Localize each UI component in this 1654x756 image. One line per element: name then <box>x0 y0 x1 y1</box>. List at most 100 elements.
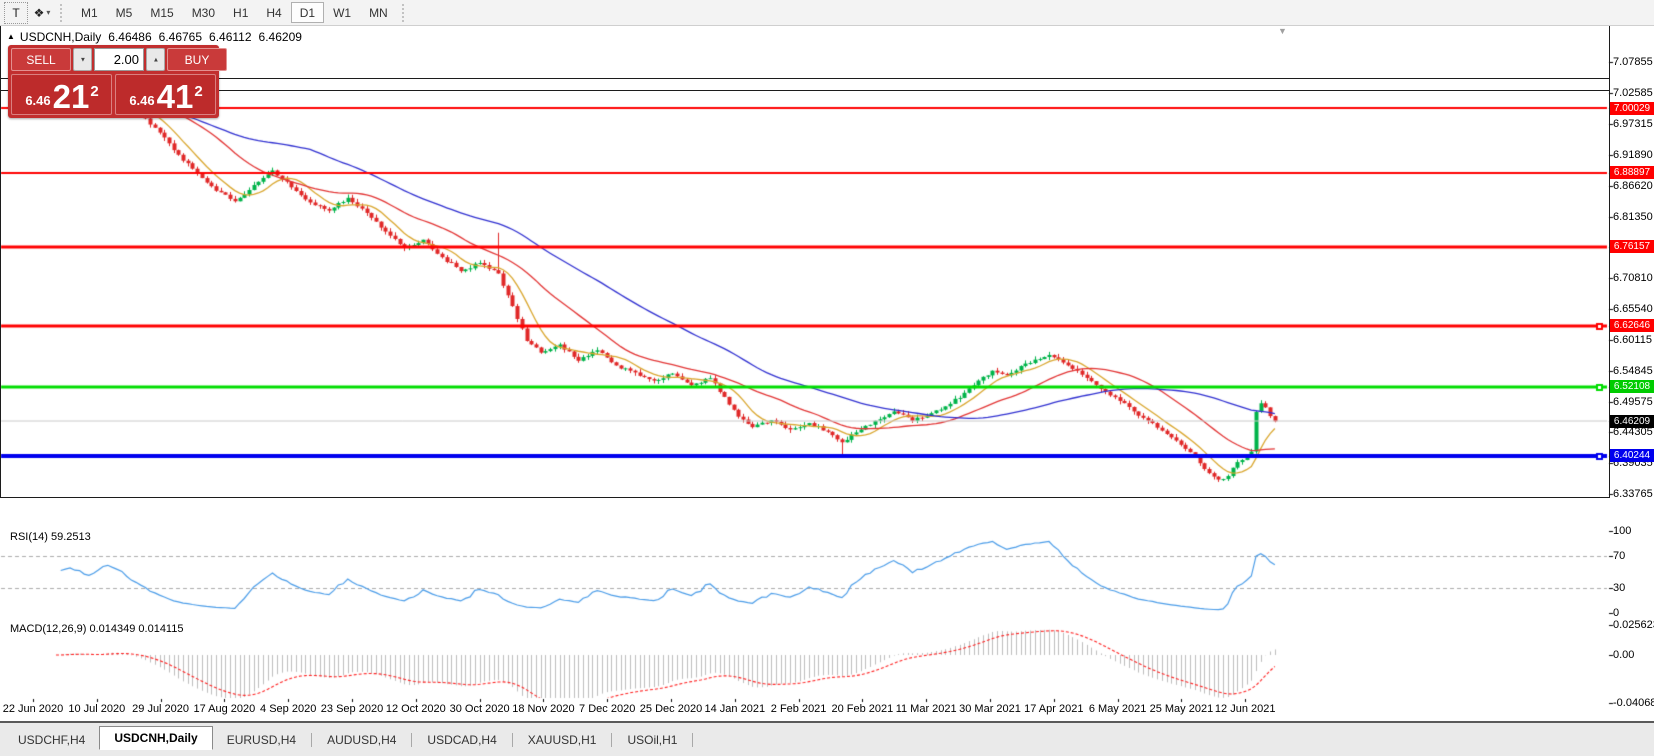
objects-icon: ❖ <box>34 6 45 20</box>
price-badge-6-52108: 6.52108 <box>1610 380 1654 393</box>
date-axis-label: 6 May 2021 <box>1089 703 1146 715</box>
chart-symbol-period: USDCNH,Daily <box>20 30 101 44</box>
timeframe-button-h4[interactable]: H4 <box>257 2 290 23</box>
price-badge-6-76157: 6.76157 <box>1610 240 1654 253</box>
timeframe-group: M1M5M15M30H1H4D1W1MN <box>72 2 397 23</box>
ohlc-open: 6.46486 <box>108 30 151 44</box>
price-badge-6-40244: 6.40244 <box>1610 449 1654 462</box>
date-axis-label: 17 Apr 2021 <box>1024 703 1083 715</box>
price-badge-6-88897: 6.88897 <box>1610 166 1654 179</box>
price-axis-tick: 6.49575 <box>1613 396 1653 408</box>
rsi-axis-label: 30 <box>1613 582 1625 594</box>
price-badge-6-62646: 6.62646 <box>1610 319 1654 332</box>
ohlc-high: 6.46765 <box>159 30 202 44</box>
timeframe-button-h1[interactable]: H1 <box>224 2 257 23</box>
tab-separator <box>692 733 693 747</box>
date-axis-label: 4 Sep 2020 <box>260 703 316 715</box>
chart-tab-usdchf-h4[interactable]: USDCHF,H4 <box>4 730 99 750</box>
chart-tab-eurusd-h4[interactable]: EURUSD,H4 <box>213 730 310 750</box>
toolbar-separator <box>402 4 409 22</box>
timeframe-button-m1[interactable]: M1 <box>72 2 107 23</box>
timeframe-button-w1[interactable]: W1 <box>324 2 360 23</box>
volume-increase-button[interactable]: ▲ <box>146 48 165 71</box>
volume-input[interactable] <box>94 48 144 71</box>
date-axis-label: 18 Nov 2020 <box>512 703 574 715</box>
price-axis-tick: 6.91890 <box>1613 149 1653 161</box>
spinner-down-icon: ▼ <box>79 56 85 63</box>
one-click-trade-widget: SELL ▼ ▲ BUY 6.46 21 2 6.46 41 2 <box>8 45 219 118</box>
price-axis-tick: 7.02585 <box>1613 87 1653 99</box>
tab-separator <box>411 733 412 747</box>
sell-price-prefix: 6.46 <box>25 93 50 108</box>
sell-button[interactable]: SELL <box>11 48 71 71</box>
chevron-down-icon: ▾ <box>46 8 50 17</box>
date-axis-label: 11 Mar 2021 <box>896 703 957 715</box>
price-chart-canvas[interactable] <box>0 0 1654 756</box>
macd-axis-label: -0.040687 <box>1613 697 1654 709</box>
price-badge-6-46209: 6.46209 <box>1610 415 1654 428</box>
sell-price-pipette: 2 <box>90 83 98 100</box>
chart-tab-usoil-h1[interactable]: USOil,H1 <box>613 730 691 750</box>
toolbar-separator <box>60 4 67 22</box>
buy-price-button[interactable]: 6.46 41 2 <box>115 74 216 115</box>
chart-tab-audusd-h4[interactable]: AUDUSD,H4 <box>313 730 410 750</box>
price-axis-tick: 6.86620 <box>1613 180 1653 192</box>
timeframe-button-m15[interactable]: M15 <box>141 2 182 23</box>
date-axis-label: 12 Jun 2021 <box>1215 703 1276 715</box>
volume-decrease-button[interactable]: ▼ <box>73 48 92 71</box>
sell-price-button[interactable]: 6.46 21 2 <box>11 74 112 115</box>
price-axis-tick: 6.70810 <box>1613 272 1653 284</box>
chart-title-bar: ▲ USDCNH,Daily 6.46486 6.46765 6.46112 6… <box>7 30 302 44</box>
date-axis-label: 14 Jan 2021 <box>705 703 766 715</box>
chart-shift-marker-icon[interactable]: ▼ <box>1278 26 1287 36</box>
date-axis-label: 7 Dec 2020 <box>579 703 635 715</box>
collapse-arrow-icon[interactable]: ▲ <box>7 32 15 41</box>
buy-price-prefix: 6.46 <box>129 93 154 108</box>
price-axis-tick: 6.60115 <box>1613 334 1652 346</box>
macd-axis-label: 0.00 <box>1613 649 1634 661</box>
buy-price-main: 41 <box>157 82 194 112</box>
tab-separator <box>611 733 612 747</box>
mt4-window: T ❖ ▾ M1M5M15M30H1H4D1W1MN ▲ USDCNH,Dail… <box>0 0 1654 756</box>
date-axis-label: 10 Jul 2020 <box>68 703 125 715</box>
toolbar: T ❖ ▾ M1M5M15M30H1H4D1W1MN <box>0 0 1654 26</box>
ohlc-close: 6.46209 <box>259 30 302 44</box>
text-tool-button[interactable]: T <box>4 2 28 24</box>
date-axis-label: 23 Sep 2020 <box>321 703 383 715</box>
chart-tab-bar: USDCHF,H4USDCNH,DailyEURUSD,H4AUDUSD,H4U… <box>0 721 1654 756</box>
sell-price-main: 21 <box>53 82 90 112</box>
date-axis-label: 30 Oct 2020 <box>450 703 510 715</box>
timeframe-button-m30[interactable]: M30 <box>183 2 224 23</box>
date-axis-label: 12 Oct 2020 <box>386 703 446 715</box>
ohlc-low: 6.46112 <box>209 30 252 44</box>
date-axis-label: 20 Feb 2021 <box>832 703 894 715</box>
timeframe-button-mn[interactable]: MN <box>360 2 397 23</box>
objects-tool-button[interactable]: ❖ ▾ <box>30 2 54 24</box>
macd-label: MACD(12,26,9) 0.014349 0.014115 <box>10 623 183 635</box>
chart-tab-xauusd-h1[interactable]: XAUUSD,H1 <box>514 730 611 750</box>
rsi-axis-label: 100 <box>1613 525 1631 537</box>
price-axis-tick: 6.65540 <box>1613 303 1653 315</box>
chart-tab-usdcnh-daily[interactable]: USDCNH,Daily <box>99 726 212 750</box>
date-axis-label: 25 May 2021 <box>1150 703 1214 715</box>
chart-tab-usdcad-h4[interactable]: USDCAD,H4 <box>413 730 510 750</box>
price-badge-7-00029: 7.00029 <box>1610 102 1654 115</box>
price-axis-tick: 6.44305 <box>1613 426 1653 438</box>
buy-price-pipette: 2 <box>194 83 202 100</box>
price-axis-tick: 6.81350 <box>1613 211 1653 223</box>
timeframe-button-d1[interactable]: D1 <box>291 2 324 23</box>
date-axis-label: 30 Mar 2021 <box>959 703 1021 715</box>
date-axis-label: 25 Dec 2020 <box>640 703 702 715</box>
timeframe-button-m5[interactable]: M5 <box>107 2 142 23</box>
rsi-label: RSI(14) 59.2513 <box>10 531 91 543</box>
rsi-axis-label: 0 <box>1613 607 1619 619</box>
date-axis-label: 22 Jun 2020 <box>3 703 64 715</box>
spinner-up-icon: ▲ <box>152 56 158 63</box>
date-axis-label: 17 Aug 2020 <box>193 703 255 715</box>
price-axis-tick: 6.97315 <box>1613 118 1653 130</box>
price-axis-tick: 7.07855 <box>1613 56 1653 68</box>
tab-separator <box>311 733 312 747</box>
macd-axis-label: 0.025623 <box>1613 619 1654 631</box>
buy-button[interactable]: BUY <box>167 48 227 71</box>
date-axis-label: 29 Jul 2020 <box>132 703 189 715</box>
